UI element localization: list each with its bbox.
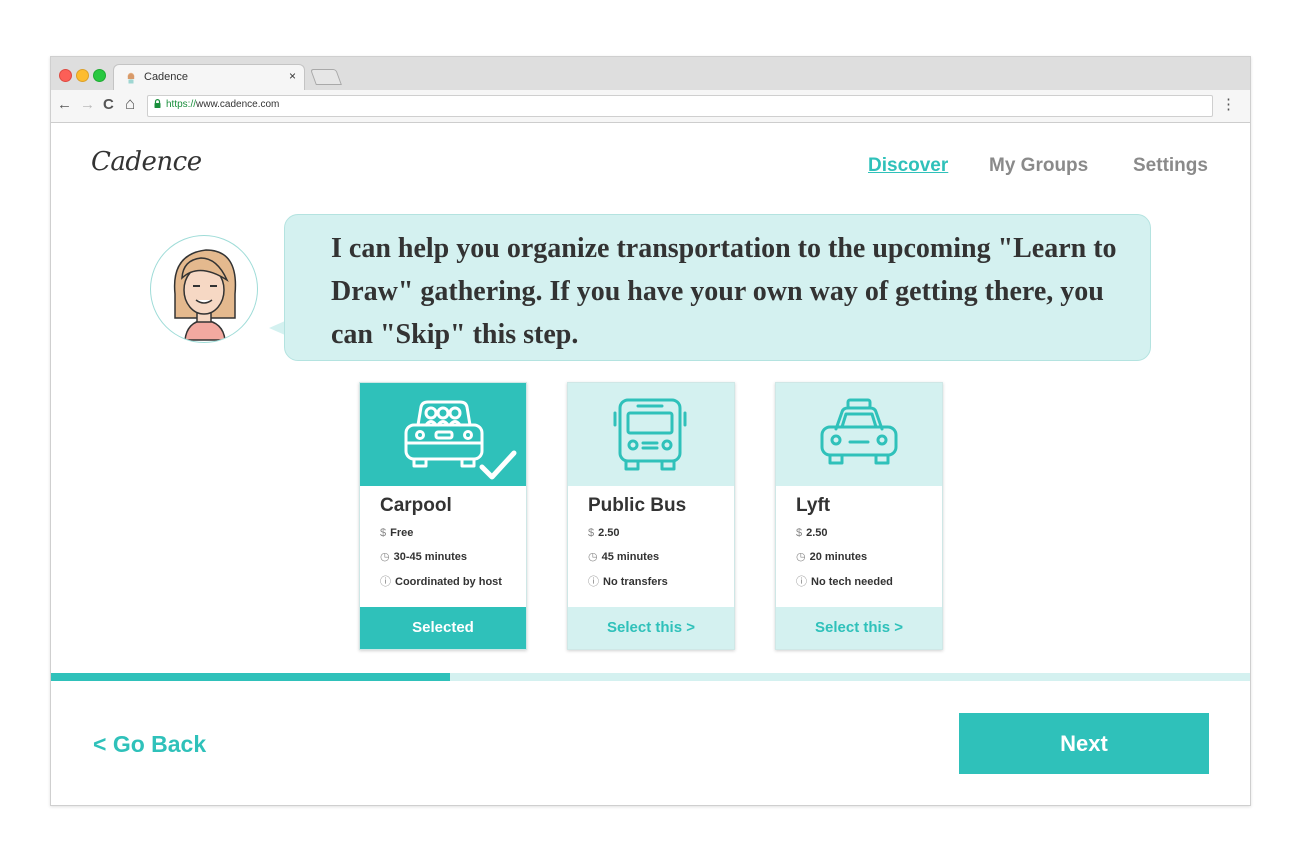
time-value: 45 minutes xyxy=(601,551,660,563)
carpool-car-icon xyxy=(404,400,517,480)
nav-settings[interactable]: Settings xyxy=(1133,155,1208,177)
close-icon[interactable]: × xyxy=(289,69,296,83)
browser-window: Cadence × ← → C ⌂ https://www.cadence.co… xyxy=(50,56,1251,806)
dollar-icon: $ xyxy=(380,527,387,539)
progress-bar xyxy=(51,673,1250,681)
option-title: Lyft xyxy=(796,495,831,516)
next-button[interactable]: Next xyxy=(959,713,1209,774)
favicon-icon xyxy=(127,72,135,84)
time-value: 20 minutes xyxy=(809,551,868,563)
new-tab-button[interactable] xyxy=(310,69,342,85)
address-bar: ← → C ⌂ https://www.cadence.com ⋮ xyxy=(51,90,1250,123)
url-host: www.cadence.com xyxy=(196,99,280,110)
menu-icon[interactable]: ⋮ xyxy=(1221,95,1236,113)
time-row: ◷ 20 minutes xyxy=(796,550,867,563)
time-row: ◷ 45 minutes xyxy=(588,550,659,563)
lock-icon xyxy=(154,99,161,108)
tab-strip: Cadence × xyxy=(51,57,1250,91)
back-arrow-icon[interactable]: ← xyxy=(57,96,72,113)
reload-icon[interactable]: C xyxy=(103,96,114,113)
card-image xyxy=(776,383,942,486)
option-card-public-bus[interactable]: Public Bus $2.50 ◷ 45 minutes ⓘ No transfe… xyxy=(567,382,735,650)
maximize-window-button[interactable] xyxy=(93,69,106,82)
assistant-avatar xyxy=(150,235,258,343)
clock-icon: ◷ xyxy=(588,551,598,563)
price-value: Free xyxy=(390,527,414,539)
url-field[interactable]: https://www.cadence.com xyxy=(147,95,1213,117)
forward-arrow-icon[interactable]: → xyxy=(80,96,95,113)
url-scheme: https:// xyxy=(166,99,197,110)
dollar-icon: $ xyxy=(796,527,803,539)
url-text: https://www.cadence.com xyxy=(166,99,279,110)
taxi-icon xyxy=(820,398,898,465)
tab-title: Cadence xyxy=(144,71,189,83)
logo[interactable]: Cadence xyxy=(91,147,202,177)
select-button[interactable]: Select this > xyxy=(568,607,734,649)
option-title: Carpool xyxy=(380,495,452,516)
note-row: ⓘ Coordinated by host xyxy=(380,573,502,589)
nav-discover[interactable]: Discover xyxy=(868,155,948,177)
progress-fill xyxy=(51,673,451,681)
assistant-message-bubble: I can help you organize transportation t… xyxy=(284,214,1151,361)
home-icon[interactable]: ⌂ xyxy=(125,94,135,114)
selected-button[interactable]: Selected xyxy=(360,607,526,649)
note-value: No tech needed xyxy=(811,576,893,588)
avatar-illustration xyxy=(173,249,237,341)
page-content: Cadence Discover My Groups Settings I ca… xyxy=(51,123,1250,805)
assistant-message: I can help you organize transportation t… xyxy=(331,233,1117,350)
bus-icon xyxy=(613,398,687,471)
go-back-button[interactable]: < Go Back xyxy=(93,731,206,758)
card-image xyxy=(360,383,526,486)
info-icon: ⓘ xyxy=(796,576,807,588)
option-title: Public Bus xyxy=(588,495,687,516)
bubble-tail xyxy=(269,321,285,335)
dollar-icon: $ xyxy=(588,527,595,539)
price-row: $ Free xyxy=(380,527,413,539)
clock-icon: ◷ xyxy=(380,551,390,563)
option-card-carpool[interactable]: Carpool $ Free ◷ 30-45 minutes ⓘ Coordinate… xyxy=(359,382,527,650)
time-row: ◷ 30-45 minutes xyxy=(380,550,467,563)
time-value: 30-45 minutes xyxy=(393,551,467,563)
price-value: 2.50 xyxy=(598,527,620,539)
price-row: $2.50 xyxy=(588,527,620,539)
info-icon: ⓘ xyxy=(588,576,599,588)
select-button[interactable]: Select this > xyxy=(776,607,942,649)
price-value: 2.50 xyxy=(806,527,828,539)
price-row: $2.50 xyxy=(796,527,828,539)
note-value: No transfers xyxy=(603,576,668,588)
info-icon: ⓘ xyxy=(380,576,391,588)
card-image xyxy=(568,383,734,486)
option-card-lyft[interactable]: Lyft $2.50 ◷ 20 minutes ⓘ No tech needed S… xyxy=(775,382,943,650)
note-row: ⓘ No tech needed xyxy=(796,573,893,589)
nav-my-groups[interactable]: My Groups xyxy=(989,155,1088,177)
clock-icon: ◷ xyxy=(796,551,806,563)
browser-tab[interactable]: Cadence × xyxy=(113,64,305,91)
close-window-button[interactable] xyxy=(59,69,72,82)
note-value: Coordinated by host xyxy=(395,576,502,588)
minimize-window-button[interactable] xyxy=(76,69,89,82)
note-row: ⓘ No transfers xyxy=(588,573,668,589)
